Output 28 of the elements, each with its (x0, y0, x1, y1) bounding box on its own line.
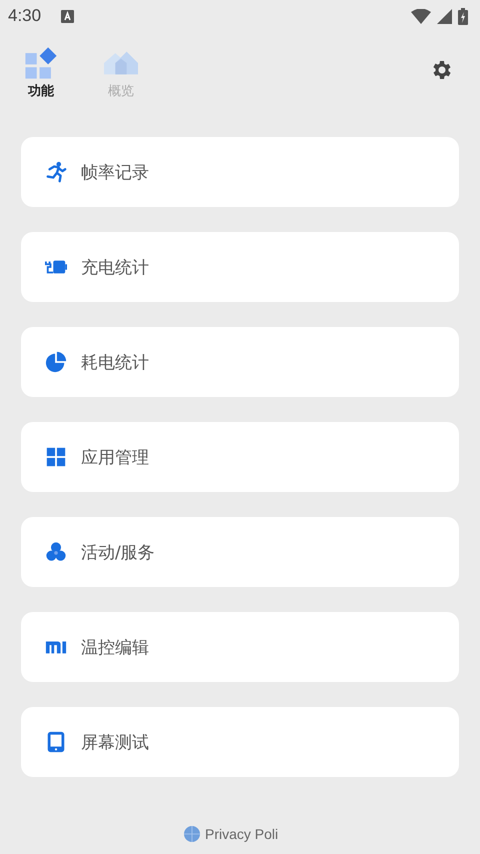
feature-label: 温控编辑 (81, 636, 149, 658)
globe-icon (184, 826, 200, 842)
feature-card[interactable]: 温控编辑 (21, 612, 459, 682)
feature-card[interactable]: 活动/服务 (21, 517, 459, 587)
privacy-link[interactable]: Privacy Poli (205, 826, 278, 842)
feature-card[interactable]: 屏幕测试 (21, 707, 459, 777)
battery-icon (458, 8, 468, 24)
feature-label: 活动/服务 (81, 542, 155, 564)
wifi-icon (411, 8, 431, 24)
feature-card[interactable]: 应用管理 (21, 422, 459, 492)
keyboard-icon (61, 10, 74, 22)
status-time: 4:30 (8, 6, 42, 26)
tab[interactable]: 功能 (24, 46, 58, 100)
feature-label: 帧率记录 (81, 162, 149, 184)
feature-label: 耗电统计 (81, 352, 149, 374)
tiles-icon (24, 46, 58, 80)
feature-card[interactable]: 充电统计 (21, 232, 459, 302)
feature-label: 充电统计 (81, 256, 149, 278)
tablet-icon (45, 731, 67, 753)
feature-label: 应用管理 (81, 446, 149, 468)
runner-icon (45, 161, 67, 183)
signal-icon (437, 8, 452, 24)
feature-card[interactable]: 帧率记录 (21, 137, 459, 207)
pie-chart-icon (45, 351, 67, 373)
circles-icon (45, 541, 67, 563)
grid-icon (45, 446, 67, 468)
feature-label: 屏幕测试 (81, 732, 149, 754)
feature-card[interactable]: 耗电统计 (21, 327, 459, 397)
